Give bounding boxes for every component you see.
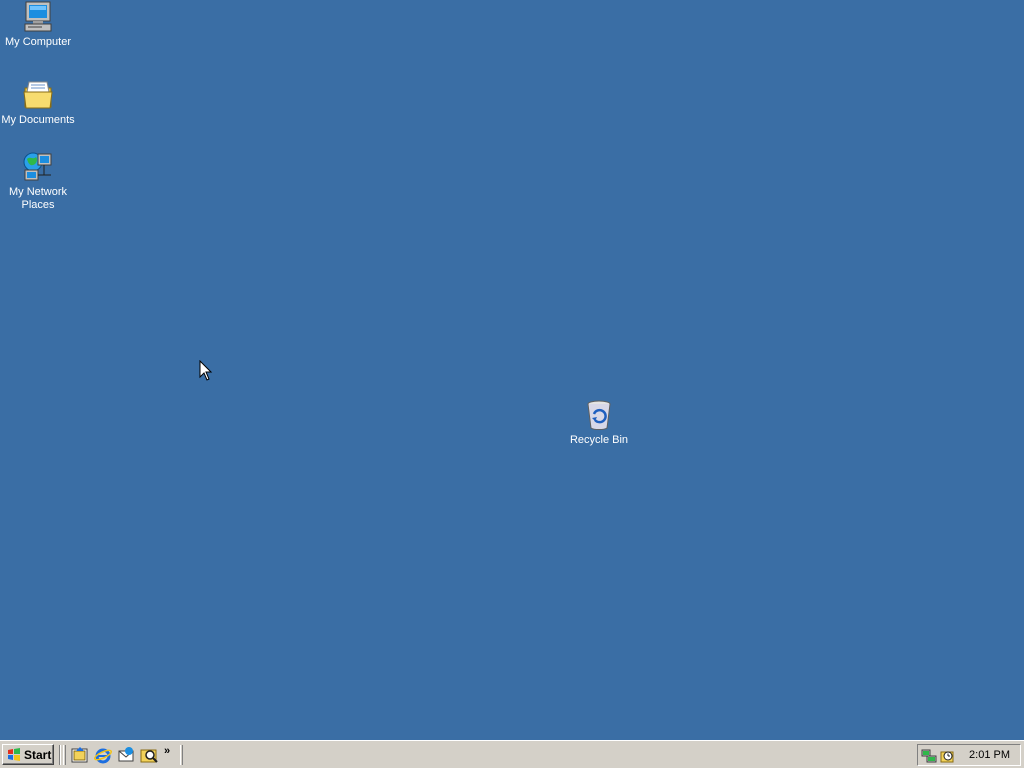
taskbar: Start » 2:01 PM bbox=[0, 740, 1024, 768]
desktop[interactable]: My Computer My Documents My Network Plac… bbox=[0, 0, 1024, 740]
scheduled-task-icon[interactable] bbox=[939, 748, 955, 764]
internet-explorer-icon[interactable] bbox=[94, 746, 112, 764]
network-connection-icon[interactable] bbox=[921, 748, 937, 764]
desktop-icon-recycle-bin[interactable]: Recycle Bin bbox=[561, 398, 637, 447]
desktop-icon-my-computer[interactable]: My Computer bbox=[0, 0, 76, 49]
start-button[interactable]: Start bbox=[2, 744, 54, 765]
folder-documents-icon bbox=[23, 81, 53, 109]
system-tray: 2:01 PM bbox=[917, 744, 1021, 766]
taskbar-separator bbox=[59, 745, 61, 765]
desktop-icon-label: My Computer bbox=[4, 36, 72, 48]
quick-launch-more-chevron[interactable]: » bbox=[164, 745, 176, 759]
start-label: Start bbox=[24, 747, 52, 762]
windows-explorer-icon[interactable] bbox=[140, 746, 158, 764]
network-places-icon bbox=[23, 152, 52, 181]
desktop-icon-my-network-places[interactable]: My Network Places bbox=[0, 150, 76, 212]
tray-clock[interactable]: 2:01 PM bbox=[969, 749, 1010, 761]
task-area-grip[interactable] bbox=[180, 745, 183, 765]
desktop-icon-label: My Documents bbox=[1, 114, 75, 126]
windows-logo-icon bbox=[8, 747, 20, 761]
desktop-icon-label: My Network Places bbox=[8, 186, 68, 211]
show-desktop-icon[interactable] bbox=[71, 746, 89, 764]
quick-launch-grip[interactable] bbox=[63, 745, 66, 765]
mouse-pointer-icon bbox=[199, 360, 213, 381]
computer-icon bbox=[24, 1, 52, 32]
desktop-icon-label: Recycle Bin bbox=[569, 434, 629, 446]
desktop-icon-my-documents[interactable]: My Documents bbox=[0, 78, 76, 127]
recycle-bin-icon bbox=[587, 400, 611, 430]
outlook-express-icon[interactable] bbox=[117, 746, 135, 764]
